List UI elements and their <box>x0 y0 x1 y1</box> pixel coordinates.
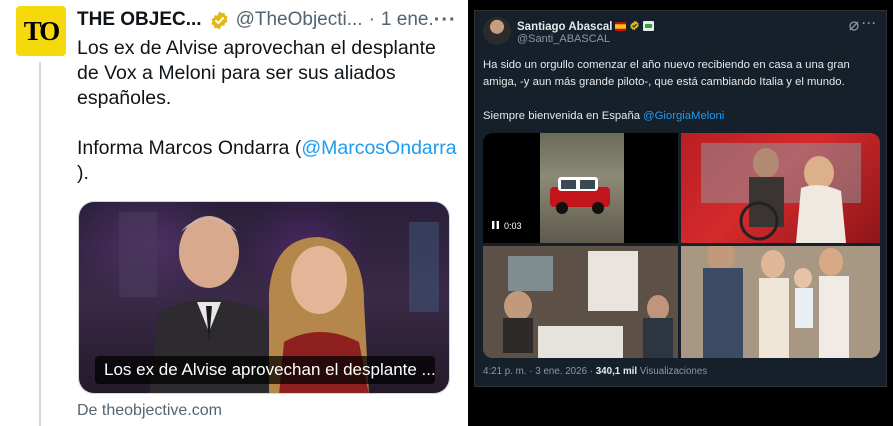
tweet-text: Ha sido un orgullo comenzar el año nuevo… <box>483 57 883 142</box>
photo-dinner <box>483 246 678 358</box>
pause-icon[interactable] <box>492 221 499 231</box>
tweet-text-prefix: Informa Marcos Ondarra ( <box>77 137 302 159</box>
display-name[interactable]: Santiago Abascal <box>517 21 612 33</box>
photo-family <box>681 246 880 358</box>
timestamp[interactable]: 4:21 p. m. · 3 ene. 2026 · <box>483 366 596 377</box>
media-photo[interactable] <box>681 133 880 243</box>
spain-flag-icon <box>615 18 627 36</box>
verified-badge-icon <box>209 10 230 31</box>
link-card[interactable]: Los ex de Alvise aprovechan el desplante… <box>78 201 450 394</box>
separator-dot: · <box>368 9 375 30</box>
grok-icon[interactable] <box>848 19 860 37</box>
more-options-icon[interactable]: ··· <box>862 16 877 30</box>
tweet-text: Los ex de Alvise aprovechan el desplante… <box>77 36 462 211</box>
card-title: Los ex de Alvise aprovechan el desplante… <box>95 356 435 384</box>
tweet-paragraph: Siempre bienvenida en España @GiorgiaMel… <box>483 108 883 125</box>
media-grid: 0:03 <box>483 133 880 358</box>
photo-car-interior <box>701 143 861 243</box>
tweet-text-prefix: Siempre bienvenida en España <box>483 110 644 122</box>
tweet-text-suffix: ). <box>77 162 89 184</box>
mention-link[interactable]: @MarcosOndarra <box>301 137 456 159</box>
views-label: Visualizaciones <box>637 366 708 377</box>
handle[interactable]: @Santi_ABASCAL <box>517 33 610 45</box>
verified-badge-icon <box>629 18 640 36</box>
avatar[interactable]: TO <box>16 6 66 56</box>
tweet-date[interactable]: 1 ene. <box>381 9 434 31</box>
tweet-paragraph: Informa Marcos Ondarra (@MarcosOndarra). <box>77 136 462 186</box>
video-controls[interactable]: 0:03 <box>492 221 522 231</box>
views-count: 340,1 mil <box>595 366 638 377</box>
tweet-meta: 4:21 p. m. · 3 ene. 2026 · 340,1 mil Vis… <box>483 366 707 377</box>
avatar[interactable] <box>483 17 511 45</box>
video-frame <box>540 133 624 243</box>
video-time: 0:03 <box>504 221 522 231</box>
media-photo[interactable] <box>483 246 678 358</box>
tweet-header: THE OBJEC... @TheObjecti... · 1 ene. ··· <box>77 8 462 32</box>
tweet-paragraph: Los ex de Alvise aprovechan el desplante… <box>77 37 436 109</box>
affiliate-badge-icon <box>643 18 655 36</box>
media-photo[interactable] <box>681 246 880 358</box>
mention-link[interactable]: @GiorgiaMeloni <box>643 110 724 122</box>
handle[interactable]: @TheObjecti... <box>236 9 363 31</box>
left-tweet: TO THE OBJEC... @TheObjecti... · 1 ene. … <box>0 0 468 426</box>
red-mini-car <box>550 177 610 214</box>
right-tweet: Santiago Abascal @Santi_ABASCAL ··· Ha s… <box>474 10 887 387</box>
thread-line <box>39 62 41 426</box>
media-video[interactable]: 0:03 <box>483 133 678 243</box>
display-name[interactable]: THE OBJEC... <box>77 9 202 31</box>
tweet-paragraph: Ha sido un orgullo comenzar el año nuevo… <box>483 59 850 88</box>
more-options-icon[interactable]: ··· <box>434 9 457 32</box>
card-source[interactable]: De theobjective.com <box>77 402 222 420</box>
